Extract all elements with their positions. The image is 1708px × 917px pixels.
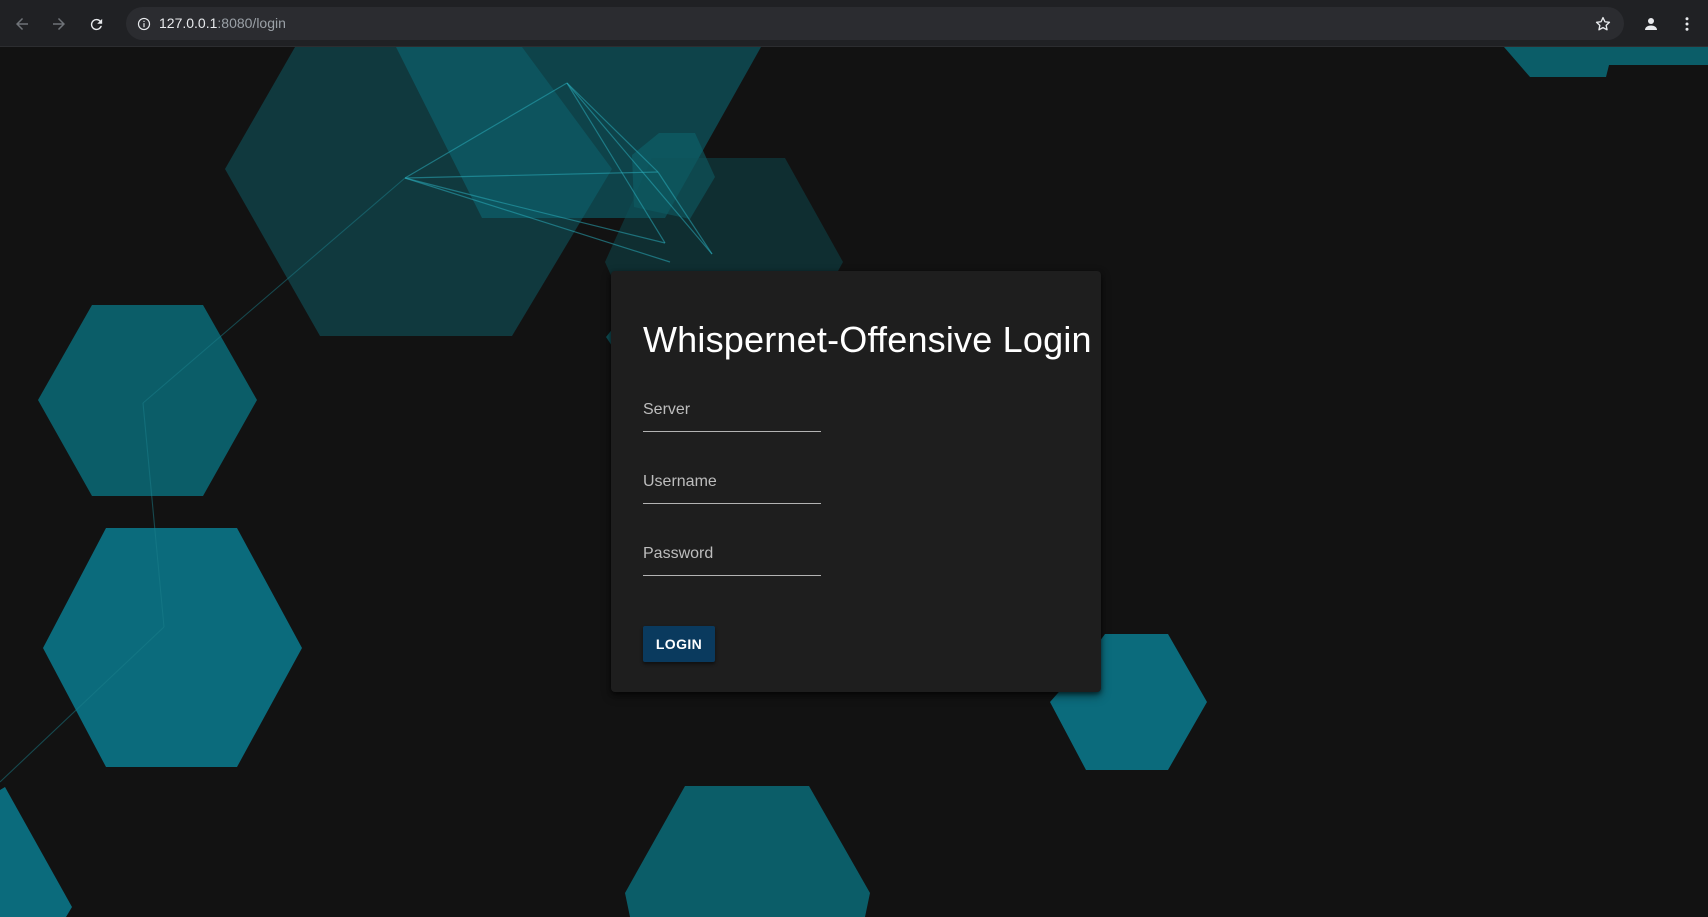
bookmark-button[interactable] [1592, 13, 1614, 35]
password-input[interactable] [643, 532, 821, 576]
url-path: :8080/login [217, 15, 286, 31]
arrow-left-icon [16, 18, 28, 30]
arrow-right-icon [53, 18, 65, 30]
back-button[interactable] [8, 10, 36, 38]
login-title: Whispernet-Offensive Login [643, 319, 1092, 360]
server-field [643, 388, 821, 436]
background-hexagon [1504, 47, 1708, 77]
reload-button[interactable] [82, 10, 110, 38]
login-card: Whispernet-Offensive Login LOGIN [611, 271, 1101, 692]
username-input[interactable] [643, 460, 821, 504]
url-host: 127.0.0.1 [159, 15, 218, 31]
login-button[interactable]: LOGIN [643, 626, 715, 662]
page-content: Whispernet-Offensive Login LOGIN [0, 47, 1708, 917]
info-circle-icon[interactable] [134, 14, 153, 33]
browser-menu-button[interactable] [1673, 10, 1701, 38]
background-hexagon [0, 787, 72, 917]
star-outline-icon [1595, 16, 1611, 31]
profile-button[interactable] [1637, 10, 1665, 38]
address-bar[interactable]: 127.0.0.1:8080/login [126, 7, 1624, 40]
browser-toolbar: 127.0.0.1:8080/login [0, 0, 1708, 47]
background-hexagon [625, 786, 870, 917]
password-field [643, 532, 821, 580]
person-icon [1645, 18, 1657, 30]
vertical-dots-icon [1685, 17, 1689, 31]
forward-button[interactable] [45, 10, 73, 38]
url-text[interactable]: 127.0.0.1:8080/login [159, 15, 286, 31]
username-field [643, 460, 821, 508]
reload-icon [90, 18, 102, 30]
server-input[interactable] [643, 388, 821, 432]
background-hexagon [43, 528, 302, 767]
